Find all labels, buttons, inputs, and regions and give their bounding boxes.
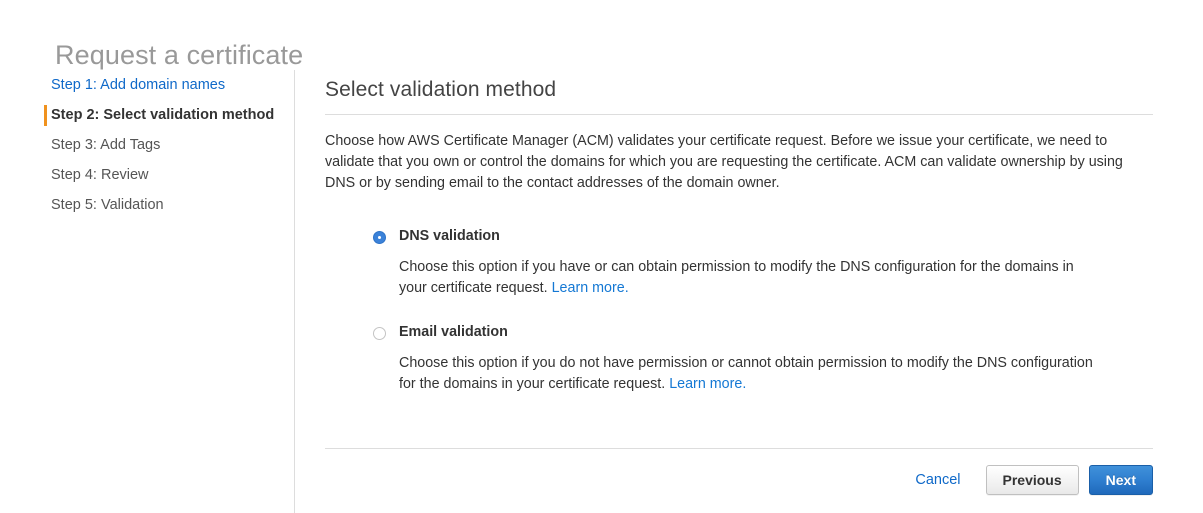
dns-validation-learn-more-link[interactable]: Learn more. bbox=[552, 280, 629, 296]
sidebar-item-step-5: Step 5: Validation bbox=[0, 190, 294, 220]
page-title: Request a certificate bbox=[55, 40, 304, 71]
sidebar-item-step-4: Step 4: Review bbox=[0, 160, 294, 190]
content-pane: Select validation method Choose how AWS … bbox=[325, 70, 1153, 395]
wizard-container: Step 1: Add domain names Step 2: Select … bbox=[0, 70, 1203, 513]
footer-actions: Cancel Previous Next bbox=[325, 449, 1153, 495]
step-4-label: Step 4: Review bbox=[51, 167, 149, 183]
radio-dns-validation[interactable] bbox=[373, 231, 386, 244]
step-5-label: Step 5: Validation bbox=[51, 197, 164, 213]
previous-button[interactable]: Previous bbox=[985, 465, 1079, 495]
option-email-validation-label[interactable]: Email validation bbox=[399, 323, 1153, 341]
content-heading: Select validation method bbox=[325, 78, 557, 101]
option-dns-validation-description: Choose this option if you have or can ob… bbox=[399, 245, 1099, 299]
email-validation-learn-more-link[interactable]: Learn more. bbox=[669, 376, 746, 392]
step-2-label: Step 2: Select validation method bbox=[51, 107, 275, 123]
wizard-footer: Cancel Previous Next bbox=[325, 448, 1153, 495]
validation-method-radio-group: DNS validation Choose this option if you… bbox=[325, 194, 1153, 395]
option-email-validation-description: Choose this option if you do not have pe… bbox=[399, 341, 1099, 395]
wizard-step-nav: Step 1: Add domain names Step 2: Select … bbox=[0, 70, 295, 513]
step-3-label: Step 3: Add Tags bbox=[51, 137, 161, 153]
option-dns-validation-description-text: Choose this option if you have or can ob… bbox=[399, 259, 1074, 296]
option-dns-validation-label[interactable]: DNS validation bbox=[399, 227, 1153, 245]
sidebar-item-step-3: Step 3: Add Tags bbox=[0, 130, 294, 160]
radio-email-validation[interactable] bbox=[373, 327, 386, 340]
option-email-validation[interactable]: Email validation Choose this option if y… bbox=[325, 323, 1153, 395]
sidebar-item-step-2[interactable]: Step 2: Select validation method bbox=[0, 100, 294, 130]
sidebar-item-step-1[interactable]: Step 1: Add domain names bbox=[0, 70, 294, 100]
option-dns-validation[interactable]: DNS validation Choose this option if you… bbox=[325, 227, 1153, 299]
cancel-link[interactable]: Cancel bbox=[915, 472, 960, 488]
step-1-label: Step 1: Add domain names bbox=[51, 77, 226, 93]
content-intro-text: Choose how AWS Certificate Manager (ACM)… bbox=[325, 133, 1123, 191]
next-button[interactable]: Next bbox=[1088, 465, 1153, 495]
